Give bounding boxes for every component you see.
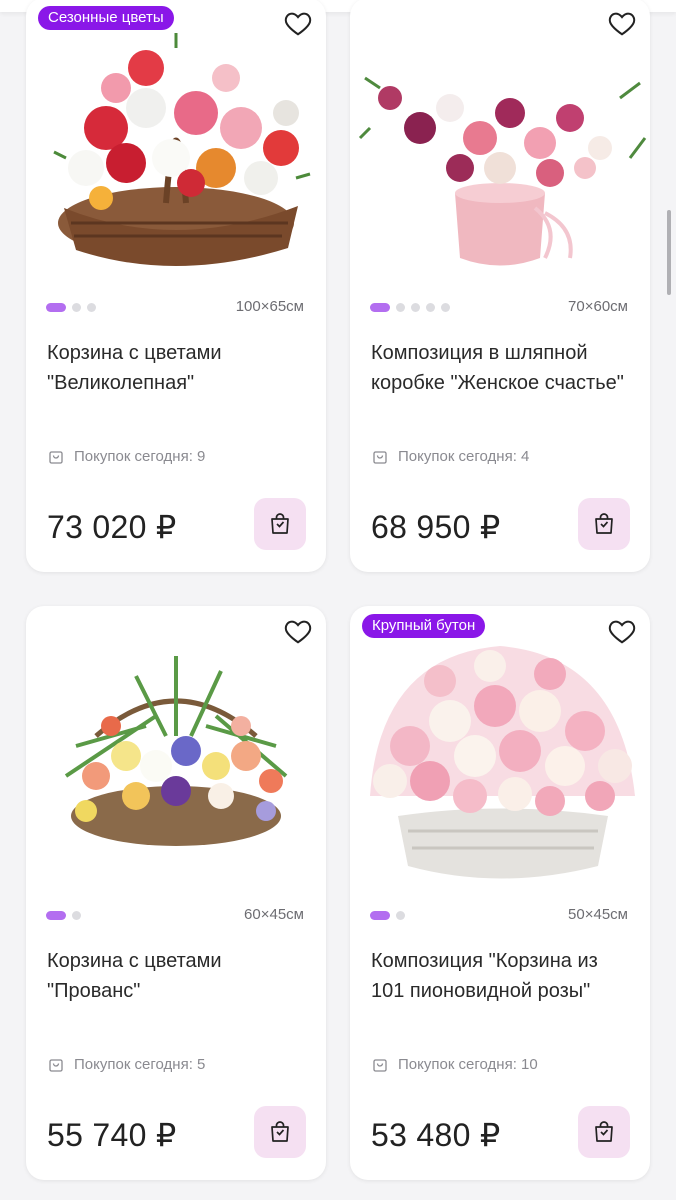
shopping-bag-icon — [271, 513, 289, 534]
product-title[interactable]: Корзина с цветами "Великолепная" — [47, 338, 307, 398]
product-price: 73 020 ₽ — [47, 509, 177, 545]
product-image[interactable] — [26, 626, 326, 896]
bag-small-icon — [373, 450, 387, 464]
pager-dot[interactable] — [396, 303, 405, 312]
product-badge: Сезонные цветы — [38, 6, 174, 30]
image-pager[interactable] — [370, 911, 405, 920]
shopping-bag-icon — [271, 1121, 289, 1142]
purchases-today: Покупок сегодня: 10 — [372, 1056, 538, 1073]
pager-dot[interactable] — [72, 911, 81, 920]
add-to-cart-button[interactable] — [254, 1106, 306, 1158]
favorite-button[interactable] — [282, 616, 314, 646]
product-size: 50×45см — [568, 906, 628, 923]
product-badge: Крупный бутон — [362, 614, 486, 638]
purchases-today: Покупок сегодня: 5 — [48, 1056, 205, 1073]
bag-small-icon — [49, 450, 63, 464]
pager-dot[interactable] — [370, 911, 390, 920]
add-to-cart-button[interactable] — [578, 1106, 630, 1158]
product-price: 68 950 ₽ — [371, 509, 501, 545]
purchases-today: Покупок сегодня: 4 — [372, 448, 529, 465]
pager-dot[interactable] — [87, 303, 96, 312]
heart-icon — [284, 620, 312, 644]
heart-icon — [608, 12, 636, 36]
product-card[interactable]: Сезонные цветы 100×65см Корзина с цветам… — [26, 0, 326, 572]
favorite-button[interactable] — [282, 8, 314, 38]
pager-dot[interactable] — [411, 303, 420, 312]
purchases-today: Покупок сегодня: 9 — [48, 448, 205, 465]
product-size: 70×60см — [568, 298, 628, 315]
product-card[interactable]: 60×45см Корзина с цветами "Прованс" Поку… — [26, 606, 326, 1180]
product-image[interactable] — [350, 18, 650, 288]
add-to-cart-button[interactable] — [578, 498, 630, 550]
pager-dot[interactable] — [426, 303, 435, 312]
purchases-text: Покупок сегодня: 10 — [398, 1056, 538, 1073]
product-price: 53 480 ₽ — [371, 1117, 501, 1153]
product-card[interactable]: Крупный бутон 50×45см Композиция "Корзин… — [350, 606, 650, 1180]
shopping-bag-icon — [595, 513, 613, 534]
favorite-button[interactable] — [606, 616, 638, 646]
pager-dot[interactable] — [396, 911, 405, 920]
heart-icon — [284, 12, 312, 36]
bag-small-icon — [49, 1058, 63, 1072]
purchases-text: Покупок сегодня: 4 — [398, 448, 530, 465]
image-pager[interactable] — [370, 303, 450, 312]
pager-dot[interactable] — [72, 303, 81, 312]
product-size: 60×45см — [244, 906, 304, 923]
purchases-text: Покупок сегодня: 9 — [74, 448, 206, 465]
product-card[interactable]: 70×60см Композиция в шляпной коробке "Же… — [350, 0, 650, 572]
image-pager[interactable] — [46, 303, 96, 312]
product-title[interactable]: Композиция в шляпной коробке "Женское сч… — [371, 338, 631, 398]
image-pager[interactable] — [46, 911, 81, 920]
scrollbar[interactable] — [667, 210, 671, 295]
product-image[interactable] — [350, 626, 650, 896]
shopping-bag-icon — [595, 1121, 613, 1142]
product-price: 55 740 ₽ — [47, 1117, 177, 1153]
add-to-cart-button[interactable] — [254, 498, 306, 550]
pager-dot[interactable] — [46, 911, 66, 920]
product-size: 100×65см — [235, 298, 304, 315]
product-title[interactable]: Композиция "Корзина из 101 пионовидной р… — [371, 946, 631, 1006]
pager-dot[interactable] — [46, 303, 66, 312]
purchases-text: Покупок сегодня: 5 — [74, 1056, 206, 1073]
pager-dot[interactable] — [441, 303, 450, 312]
bag-small-icon — [373, 1058, 387, 1072]
product-title[interactable]: Корзина с цветами "Прованс" — [47, 946, 307, 1006]
heart-icon — [608, 620, 636, 644]
favorite-button[interactable] — [606, 8, 638, 38]
pager-dot[interactable] — [370, 303, 390, 312]
product-image[interactable] — [26, 18, 326, 288]
